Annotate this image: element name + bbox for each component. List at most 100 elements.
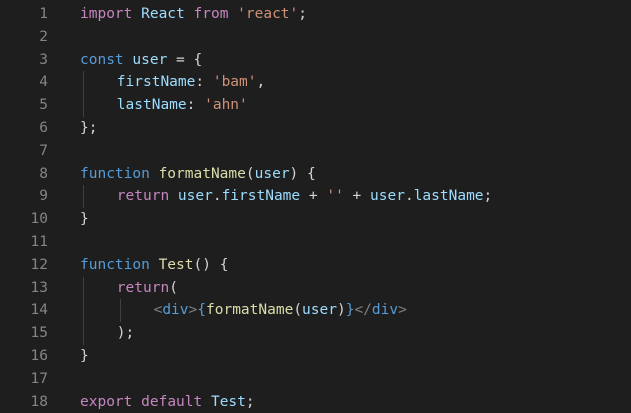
line-number: 17	[30, 370, 48, 387]
code-token: );	[116, 325, 135, 342]
code-line[interactable]: firstName: 'bam',	[80, 71, 631, 95]
code-token: ;	[483, 188, 493, 205]
code-line[interactable]: return user.firstName + '' + user.lastNa…	[80, 185, 631, 209]
code-line-content: }	[80, 211, 89, 227]
indent-guide	[83, 185, 84, 209]
code-line[interactable]: );	[80, 322, 631, 345]
code-token: user	[177, 188, 213, 205]
line-number: 4	[39, 74, 48, 91]
line-number: 1	[39, 6, 48, 22]
code-token: </	[354, 302, 372, 319]
code-token: default	[141, 393, 203, 410]
code-token: Test	[158, 256, 194, 273]
code-line-content: lastName: 'ahn'	[80, 97, 248, 113]
code-token: :	[195, 74, 213, 91]
code-line[interactable]: function Test() {	[80, 254, 631, 277]
code-token: React	[132, 6, 194, 22]
code-line[interactable]	[80, 231, 631, 254]
line-number: 5	[39, 97, 48, 114]
indent-guide	[83, 299, 84, 323]
code-token: firstName	[221, 188, 301, 205]
code-line[interactable]	[80, 368, 631, 391]
line-number: 3	[39, 51, 48, 68]
code-token: () {	[193, 256, 229, 273]
code-line[interactable]: <div>{formatName(user)}</div>	[80, 299, 631, 323]
code-line[interactable]: }	[80, 208, 631, 231]
code-token: lastName	[413, 188, 484, 205]
code-line[interactable]: import React from 'react';	[80, 3, 631, 26]
line-number: 7	[39, 142, 48, 159]
code-token: lastName	[116, 97, 187, 114]
code-token: (	[245, 165, 255, 182]
code-token: user	[132, 51, 168, 68]
code-line[interactable]: export default Test;	[80, 391, 631, 413]
indent-guide	[83, 94, 84, 117]
code-line-content: };	[80, 120, 97, 136]
code-token: firstName	[116, 74, 196, 91]
code-line-content: import React from 'react';	[80, 6, 307, 22]
indent-guide	[119, 299, 121, 323]
code-token: user	[302, 302, 337, 319]
line-number: 15	[30, 325, 48, 342]
code-line-content: function formatName(user) {	[80, 166, 316, 182]
code-line-content: <div>{formatName(user)}</div>	[80, 302, 407, 318]
code-token: return	[116, 279, 170, 296]
code-area[interactable]: import React from 'react'; const user = {…	[80, 3, 631, 413]
code-line[interactable]: };	[80, 117, 631, 140]
line-number: 18	[30, 393, 48, 410]
code-token: (	[293, 302, 303, 319]
code-line[interactable]: return(	[80, 276, 631, 300]
code-token: function	[80, 165, 150, 182]
code-token: = {	[167, 51, 203, 68]
code-line-content: return user.firstName + '' + user.lastNa…	[80, 188, 492, 204]
code-token: formatName	[158, 165, 246, 182]
code-token: >	[398, 302, 407, 319]
code-line[interactable]: function formatName(user) {	[80, 163, 631, 186]
code-token: };	[80, 119, 98, 136]
code-line-content: const user = {	[80, 52, 202, 68]
line-number: 13	[30, 279, 48, 296]
code-token: }	[80, 211, 89, 228]
code-token: formatName	[206, 302, 294, 319]
code-token: .	[212, 188, 222, 205]
code-token: +	[300, 188, 327, 205]
line-number: 14	[30, 302, 48, 319]
code-token: ;	[245, 393, 255, 410]
code-line-content: );	[80, 325, 134, 341]
code-token: ) {	[289, 165, 316, 182]
code-token: +	[343, 188, 371, 205]
code-token: div	[162, 302, 189, 319]
code-line[interactable]	[80, 140, 631, 163]
code-token: ;	[298, 6, 307, 22]
line-number: 8	[39, 165, 48, 182]
code-line[interactable]: const user = {	[80, 49, 631, 72]
code-token: import	[80, 6, 133, 22]
code-token: >	[188, 302, 198, 319]
line-number: 12	[30, 256, 48, 273]
line-number: 16	[30, 347, 48, 364]
indent-guide	[83, 322, 84, 345]
line-number: 11	[30, 233, 48, 250]
code-line[interactable]: lastName: 'ahn'	[80, 94, 631, 117]
code-token: return	[116, 188, 170, 205]
code-line[interactable]: }	[80, 345, 631, 368]
code-line[interactable]	[80, 26, 631, 49]
code-token: ,	[256, 74, 266, 91]
code-token: user	[254, 165, 290, 182]
code-line-content: return(	[80, 280, 178, 296]
code-token: Test	[210, 393, 246, 410]
code-line-content: firstName: 'bam',	[80, 74, 265, 90]
indent-guide	[83, 276, 84, 300]
code-token: div	[371, 302, 399, 319]
code-editor[interactable]: 1 2 3 4 5 6 7 8 9 10 11 12 13 14 15 16 17 18 import React…	[0, 0, 631, 413]
line-number: 10	[30, 211, 48, 228]
code-token: {	[197, 302, 206, 319]
code-token: )	[336, 302, 346, 319]
code-token: const	[80, 51, 124, 68]
